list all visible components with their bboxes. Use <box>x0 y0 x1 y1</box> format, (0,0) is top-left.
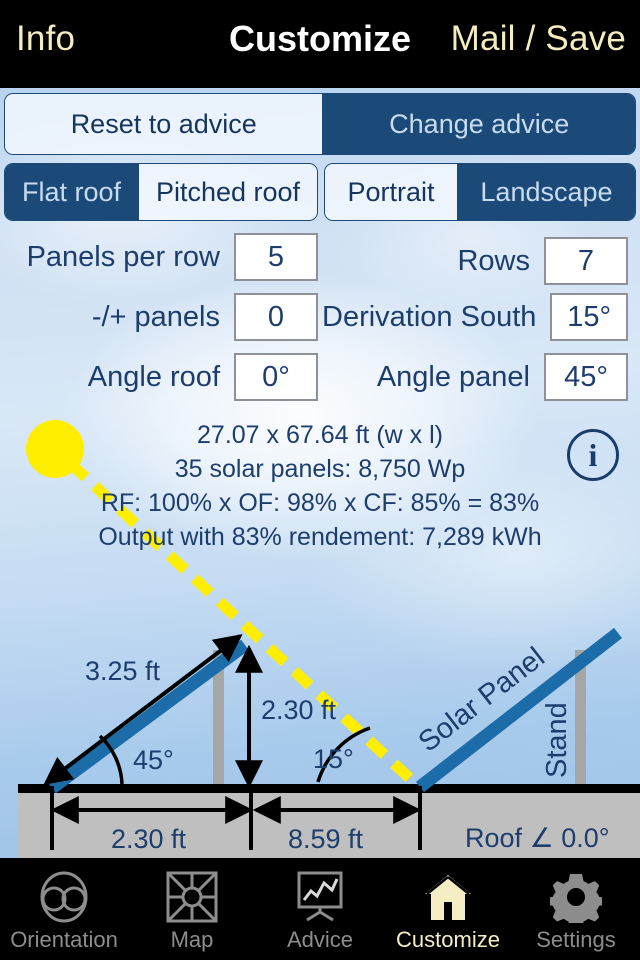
compass-rose-icon <box>165 869 219 925</box>
tab-label-settings: Settings <box>536 927 616 952</box>
info-icon[interactable]: i <box>567 429 619 481</box>
segment-change-advice[interactable]: Change advice <box>322 94 635 154</box>
top-navigation-bar: Info Customize Mail / Save <box>0 0 640 88</box>
label-panels-per-row: Panels per row <box>26 240 220 273</box>
bottom-tab-bar: Orientation Map Advice Customize Setting… <box>0 858 640 960</box>
chart-easel-icon <box>293 869 347 925</box>
binoculars-icon <box>36 869 92 925</box>
input-derivation-south[interactable]: 15° <box>550 293 628 341</box>
stand-right <box>575 650 586 793</box>
panel-orientation-segmented-control[interactable]: Portrait Landscape <box>324 163 636 221</box>
roof-surface-line <box>18 784 640 793</box>
segment-landscape[interactable]: Landscape <box>456 164 635 220</box>
main-content-sky: Reset to advice Change advice Flat roof … <box>0 88 640 858</box>
summary-text-block: 27.07 x 67.64 ft (w x l) 35 solar panels… <box>0 418 640 554</box>
field-panels-per-row: Panels per row 5 <box>14 230 318 284</box>
dimension-label-panel-length: 3.25 ft <box>85 656 161 686</box>
house-icon <box>423 869 473 925</box>
tab-label-map: Map <box>170 927 214 952</box>
summary-dimensions: 27.07 x 67.64 ft (w x l) <box>197 421 443 449</box>
stand-left <box>213 650 224 793</box>
angle-label-sun: 15° <box>313 744 354 774</box>
input-angle-panel[interactable]: 45° <box>544 353 628 401</box>
tab-label-orientation: Orientation <box>10 927 118 952</box>
segment-portrait[interactable]: Portrait <box>325 164 457 220</box>
tab-orientation[interactable]: Orientation <box>0 858 128 960</box>
advice-segmented-control[interactable]: Reset to advice Change advice <box>4 93 636 155</box>
roof-type-segmented-control[interactable]: Flat roof Pitched roof <box>4 163 318 221</box>
field-angle-roof: Angle roof 0° <box>14 350 318 404</box>
label-rows: Rows <box>457 244 530 277</box>
segment-flat-roof[interactable]: Flat roof <box>5 164 138 220</box>
label-solar-panel: Solar Panel <box>413 641 551 758</box>
tab-advice[interactable]: Advice <box>256 858 384 960</box>
summary-output: Output with 83% rendement: 7,289 kWh <box>98 523 542 551</box>
app-root: Info Customize Mail / Save Reset to advi… <box>0 0 640 960</box>
dimension-line-panel-length <box>43 634 243 785</box>
label-roof-angle: Roof ∠ 0.0° <box>465 823 610 853</box>
summary-factors: RF: 100% x OF: 98% x CF: 85% = 83% <box>100 489 540 517</box>
summary-panel-count: 35 solar panels: 8,750 Wp <box>174 455 466 483</box>
tab-map[interactable]: Map <box>128 858 256 960</box>
angle-label-panel: 45° <box>133 745 174 775</box>
label-stand: Stand <box>541 702 573 778</box>
input-plus-minus-panels[interactable]: 0 <box>234 293 318 341</box>
segment-reset-to-advice[interactable]: Reset to advice <box>5 94 323 154</box>
angle-arc-panel <box>98 734 124 785</box>
tab-customize[interactable]: Customize <box>384 858 512 960</box>
roof-body <box>18 792 640 858</box>
solar-panel-right <box>416 627 622 793</box>
gear-icon <box>550 869 602 925</box>
tab-label-customize: Customize <box>396 927 500 952</box>
dimension-label-gap: 8.59 ft <box>288 824 364 854</box>
field-plus-minus-panels: -/+ panels 0 <box>14 290 318 344</box>
field-derivation-south: Derivation South 15° <box>322 290 628 344</box>
label-derivation-south: Derivation South <box>322 300 537 333</box>
parameter-form: Panels per row 5 Rows 7 -/+ panels 0 Der… <box>0 230 640 405</box>
dimension-label-height: 2.30 ft <box>261 695 337 725</box>
mail-save-nav-button[interactable]: Mail / Save <box>451 19 626 59</box>
label-angle-roof: Angle roof <box>87 360 220 393</box>
angle-arc-sun <box>316 726 371 783</box>
input-panels-per-row[interactable]: 5 <box>234 233 318 281</box>
field-rows: Rows 7 <box>322 234 628 288</box>
field-angle-panel: Angle panel 45° <box>322 350 628 404</box>
label-plus-minus-panels: -/+ panels <box>91 300 220 333</box>
input-angle-roof[interactable]: 0° <box>234 353 318 401</box>
segment-pitched-roof[interactable]: Pitched roof <box>137 164 317 220</box>
dimension-label-base: 2.30 ft <box>111 824 187 854</box>
tab-settings[interactable]: Settings <box>512 858 640 960</box>
label-angle-panel: Angle panel <box>376 360 530 393</box>
solar-panel-left <box>48 639 249 794</box>
input-rows[interactable]: 7 <box>544 237 628 285</box>
tab-label-advice: Advice <box>286 927 354 952</box>
